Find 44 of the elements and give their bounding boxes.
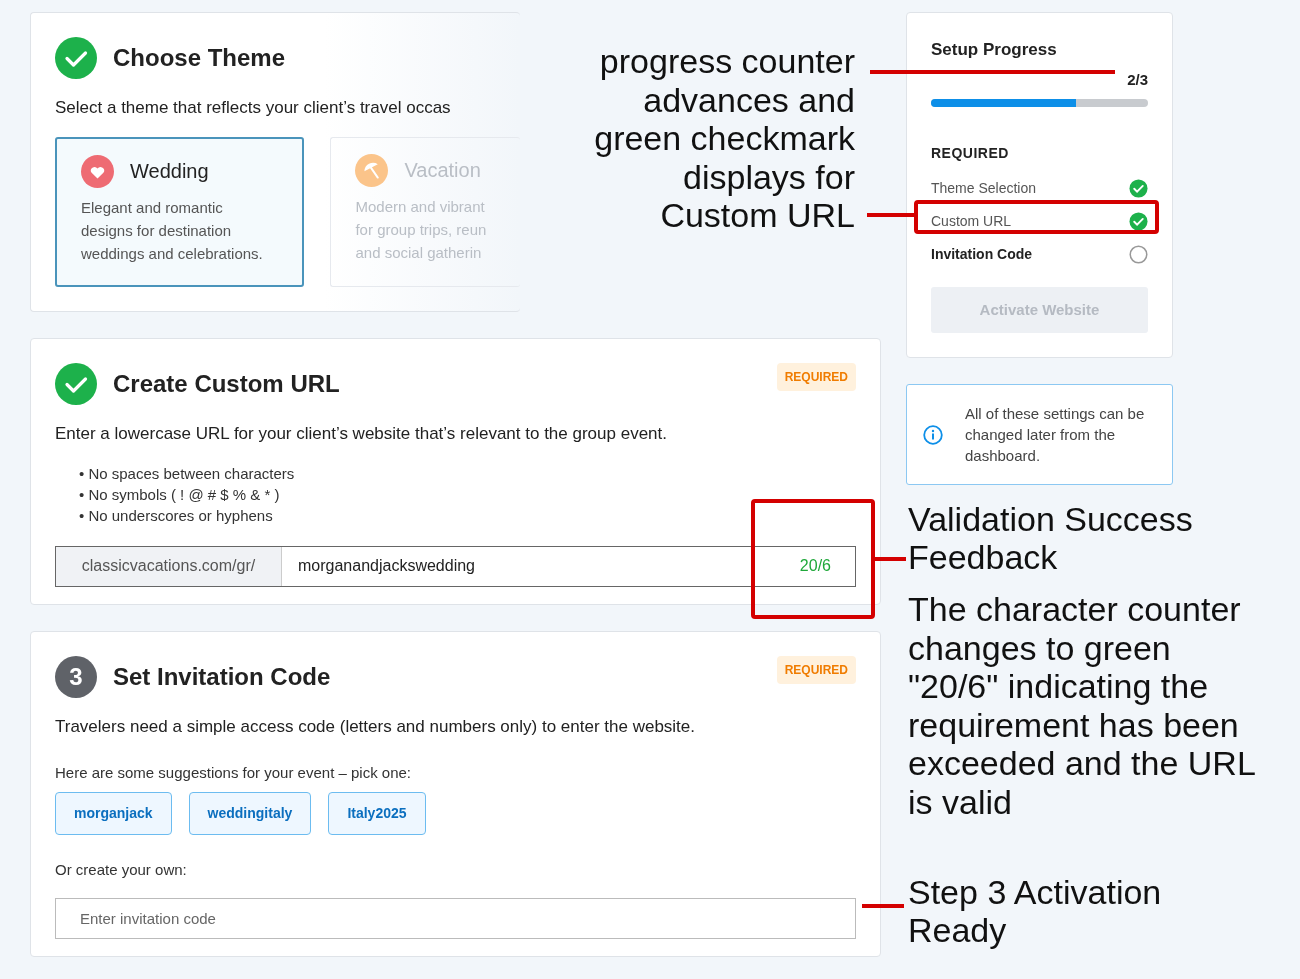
option-description: Elegant and romantic <box>81 197 224 218</box>
checklist-item: Theme Selection <box>931 179 1037 198</box>
rule-text: • No underscores or hyphens <box>79 505 274 526</box>
character-counter: 20/6 <box>799 556 832 576</box>
step-title: Create Custom URL <box>113 369 340 399</box>
url-field[interactable]: classicvacations.com/gr/ morganandjackswedding 20/6 <box>55 545 856 587</box>
step-description: Select a theme that reflects your client’s travel occas <box>55 97 452 119</box>
progress-count: 2/3 <box>1127 69 1148 90</box>
url-value: morganandjackswedding <box>297 556 476 576</box>
step-number: 3 <box>55 656 97 698</box>
option-name: Wedding <box>130 159 209 184</box>
section-label: REQUIRED <box>931 144 1010 163</box>
rule-text: • No spaces between characters <box>79 463 296 484</box>
required-tag: REQUIRED <box>776 656 856 684</box>
code-input-field[interactable]: Enter invitation code <box>55 897 856 939</box>
step-title: Choose Theme <box>113 43 286 73</box>
suggestion-button[interactable]: morganjack <box>55 792 172 835</box>
checklist-item: Invitation Code <box>931 245 1033 264</box>
option-description: weddings and celebrations. <box>81 243 264 264</box>
url-prefix: classicvacations.com/gr/ <box>56 546 282 586</box>
checklist-item: Custom URL <box>931 212 1012 231</box>
umbrella-icon <box>355 153 389 187</box>
step-description: Travelers need a simple access code (letters and numbers only) to enter the website. <box>55 716 696 738</box>
required-tag: REQUIRED <box>776 363 856 391</box>
rule-text: • No symbols ( ! @ # $ % & * ) <box>79 484 281 505</box>
annotation-heading: Step 3 Activation Ready <box>908 873 1163 949</box>
suggestions-label: Here are some suggestions for your event – pick one: <box>55 762 413 783</box>
suggestion-button[interactable]: Italy2025 <box>328 792 426 835</box>
step-title: Set Invitation Code <box>113 662 331 692</box>
theme-option[interactable]: Wedding Elegant and romantic designs for destination weddings and celebrations. <box>55 136 305 287</box>
info-text: All of these settings can be changed later from the dashboard. <box>965 404 1146 466</box>
option-name: Vacation <box>404 158 481 183</box>
annotation-heading: Validation Success Feedback <box>908 500 1194 576</box>
progress-title: Setup Progress <box>931 39 1058 61</box>
callout-text: progress counter advances and green checkmark displays for Custom URL <box>593 42 855 235</box>
option-description: for group trips, reun <box>355 219 488 240</box>
annotation-text: The character counter changes to green "20/6" indicating the requirement has been exceeded and the URL is valid <box>908 590 1256 821</box>
custom-code-label: Or create your own: <box>55 860 188 880</box>
option-description: designs for destination <box>81 220 233 241</box>
info-icon <box>923 424 943 445</box>
step-description: Enter a lowercase URL for your client’s website that’s relevant to the group event. <box>55 423 668 445</box>
option-description: Modern and vibrant <box>355 196 486 217</box>
suggestion-button[interactable]: weddingitaly <box>188 792 312 835</box>
option-description: and social gatherin <box>355 242 483 263</box>
